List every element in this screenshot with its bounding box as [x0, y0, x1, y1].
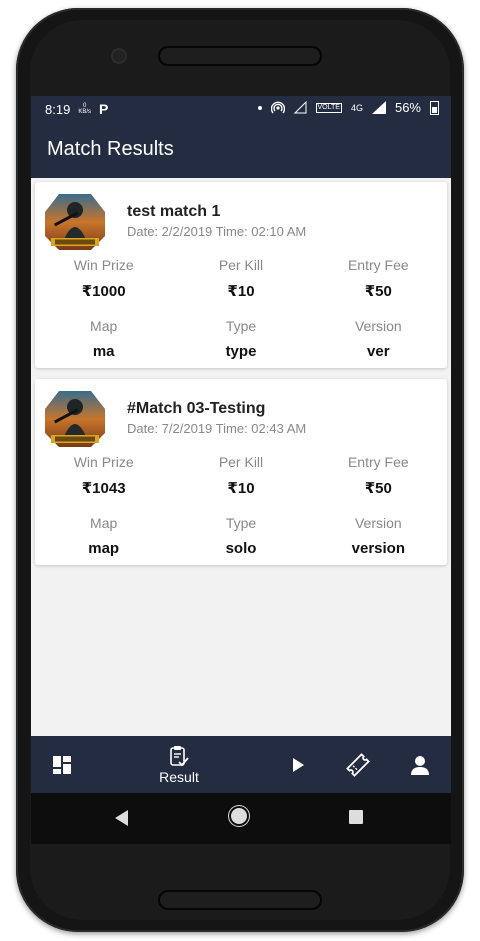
match-name: test match 1	[127, 203, 221, 220]
parking-icon: P	[98, 101, 109, 117]
per-kill-cell: Per Kill ₹10	[172, 257, 309, 300]
version-label: Version	[354, 318, 402, 334]
battery-icon	[430, 100, 439, 115]
app-bar: Match Results	[31, 122, 451, 178]
win-prize-value: ₹1043	[81, 480, 126, 497]
bottom-speaker	[158, 890, 322, 910]
back-icon[interactable]	[115, 810, 128, 826]
entry-fee-value: ₹50	[364, 480, 392, 497]
entry-fee-cell: Entry Fee ₹50	[310, 257, 447, 300]
win-prize-label: Win Prize	[73, 257, 134, 273]
tournament-logo-icon	[45, 391, 105, 447]
type-label: Type	[225, 318, 257, 334]
map-value: map	[88, 540, 120, 557]
volte-icon: VOLTE	[315, 102, 342, 113]
signal-icon	[371, 101, 386, 114]
nav-dashboard[interactable]	[45, 736, 79, 793]
win-prize-cell: Win Prize ₹1000	[35, 257, 172, 300]
match-thumbnail	[45, 389, 105, 449]
notification-dot-icon	[257, 105, 262, 110]
status-time: 8:19	[45, 101, 71, 117]
nav-profile[interactable]	[405, 736, 435, 793]
entry-fee-cell: Entry Fee ₹50	[310, 454, 447, 497]
battery-percent: 56%	[394, 100, 421, 115]
screen: 8:19 0 KB/s P VOLTE 4G 56% Match Results…	[31, 96, 451, 844]
status-bar: 8:19 0 KB/s P VOLTE 4G 56%	[31, 96, 451, 122]
type-value: solo	[225, 540, 257, 557]
home-icon[interactable]	[231, 808, 247, 824]
nav-result-label: Result	[159, 768, 199, 785]
per-kill-cell: Per Kill ₹10	[172, 454, 309, 497]
recent-apps-icon[interactable]	[349, 810, 363, 824]
type-cell: Type type	[172, 318, 309, 360]
version-cell: Version version	[310, 515, 447, 557]
version-value: ver	[367, 343, 390, 360]
version-label: Version	[354, 515, 402, 531]
type-label: Type	[225, 515, 257, 531]
dashboard-icon	[53, 755, 71, 774]
version-value: version	[351, 540, 405, 557]
match-card[interactable]: #Match 03-Testing Date: 7/2/2019 Time: 0…	[35, 379, 447, 565]
match-card[interactable]: test match 1 Date: 2/2/2019 Time: 02:10 …	[35, 182, 447, 368]
nav-play[interactable]	[283, 736, 313, 793]
match-details-row: Map map Type solo Version version	[35, 515, 447, 557]
bottom-navigation: Result	[31, 736, 451, 793]
earpiece-speaker	[158, 46, 322, 66]
hotspot-icon	[270, 101, 285, 113]
match-stats-row: Win Prize ₹1000 Per Kill ₹10 Entry Fee ₹…	[35, 257, 447, 300]
page-title: Match Results	[47, 138, 174, 160]
nav-tickets[interactable]	[341, 736, 375, 793]
nav-result[interactable]: Result	[149, 736, 209, 793]
front-camera	[113, 50, 125, 62]
map-label: Map	[90, 318, 118, 334]
match-thumbnail	[45, 192, 105, 252]
play-icon	[293, 757, 304, 772]
match-date-time: Date: 2/2/2019 Time: 02:10 AM	[127, 224, 307, 239]
match-stats-row: Win Prize ₹1043 Per Kill ₹10 Entry Fee ₹…	[35, 454, 447, 497]
win-prize-label: Win Prize	[73, 454, 134, 470]
per-kill-label: Per Kill	[218, 257, 264, 273]
match-name: #Match 03-Testing	[127, 400, 266, 417]
per-kill-label: Per Kill	[218, 454, 264, 470]
win-prize-value: ₹1000	[81, 283, 126, 300]
match-date-time: Date: 7/2/2019 Time: 02:43 AM	[127, 421, 307, 436]
map-cell: Map map	[35, 515, 172, 557]
person-icon	[411, 755, 429, 775]
entry-fee-value: ₹50	[364, 283, 392, 300]
map-value: ma	[92, 343, 115, 360]
tournament-logo-icon	[45, 194, 105, 250]
win-prize-cell: Win Prize ₹1043	[35, 454, 172, 497]
ticket-icon	[346, 752, 370, 777]
map-cell: Map ma	[35, 318, 172, 360]
data-rate-indicator: 0 KB/s	[78, 103, 91, 115]
entry-fee-label: Entry Fee	[347, 257, 409, 273]
version-cell: Version ver	[310, 318, 447, 360]
no-sim-signal-icon	[293, 101, 307, 114]
map-label: Map	[90, 515, 118, 531]
type-value: type	[225, 343, 257, 360]
clipboard-check-icon	[170, 745, 189, 766]
per-kill-value: ₹10	[227, 480, 255, 497]
type-cell: Type solo	[172, 515, 309, 557]
per-kill-value: ₹10	[227, 283, 255, 300]
system-navigation-bar	[31, 793, 451, 844]
entry-fee-label: Entry Fee	[347, 454, 409, 470]
network-type: 4G	[350, 102, 363, 113]
match-details-row: Map ma Type type Version ver	[35, 318, 447, 360]
